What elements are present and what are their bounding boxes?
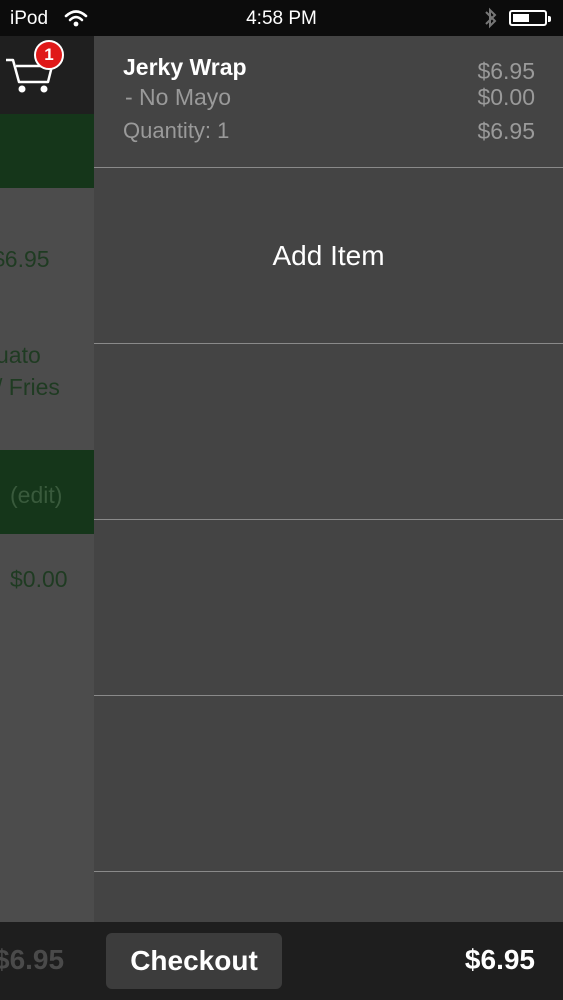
item-modifier: - No Mayo xyxy=(125,84,232,110)
clock: 4:58 PM xyxy=(246,8,317,29)
edit-link[interactable]: (edit) xyxy=(10,482,62,509)
cart-button[interactable]: 1 xyxy=(0,36,94,114)
dimmed-order-panel[interactable]: 1 $6.95 uato / Fries (edit) $0.00 xyxy=(0,36,94,922)
cart-item-row[interactable]: Jerky Wrap $6.95 - No Mayo $0.00 Quantit… xyxy=(94,36,563,168)
battery-icon xyxy=(509,10,551,26)
item-name: Jerky Wrap xyxy=(123,54,247,80)
empty-cart-row xyxy=(94,696,563,872)
add-item-button[interactable]: Add Item xyxy=(94,168,563,344)
item-quantity: Quantity: 1 xyxy=(123,118,230,143)
checkout-bar: $6.95 Checkout $6.95 xyxy=(0,922,563,1000)
cart-count-badge: 1 xyxy=(34,40,64,70)
add-item-label: Add Item xyxy=(272,240,385,271)
dimmed-total: $6.95 xyxy=(0,944,65,975)
empty-cart-row xyxy=(94,344,563,520)
cart-panel: Jerky Wrap $6.95 - No Mayo $0.00 Quantit… xyxy=(94,36,563,922)
checkout-button[interactable]: Checkout xyxy=(106,933,282,989)
item-modifier-price: $0.00 xyxy=(477,84,535,110)
green-header-band xyxy=(0,114,94,188)
menu-item-desc-line2: / Fries xyxy=(0,374,60,400)
menu-item-price: $6.95 xyxy=(0,246,50,272)
status-bar: iPod 4:58 PM xyxy=(0,0,563,36)
item-price: $6.95 xyxy=(477,58,535,84)
menu-item-desc-line1: uato xyxy=(0,342,41,368)
modifier-price: $0.00 xyxy=(10,566,68,592)
item-line-total: $6.95 xyxy=(477,118,535,144)
bluetooth-icon xyxy=(484,6,498,36)
cart-total: $6.95 xyxy=(464,944,535,975)
empty-cart-row xyxy=(94,520,563,696)
